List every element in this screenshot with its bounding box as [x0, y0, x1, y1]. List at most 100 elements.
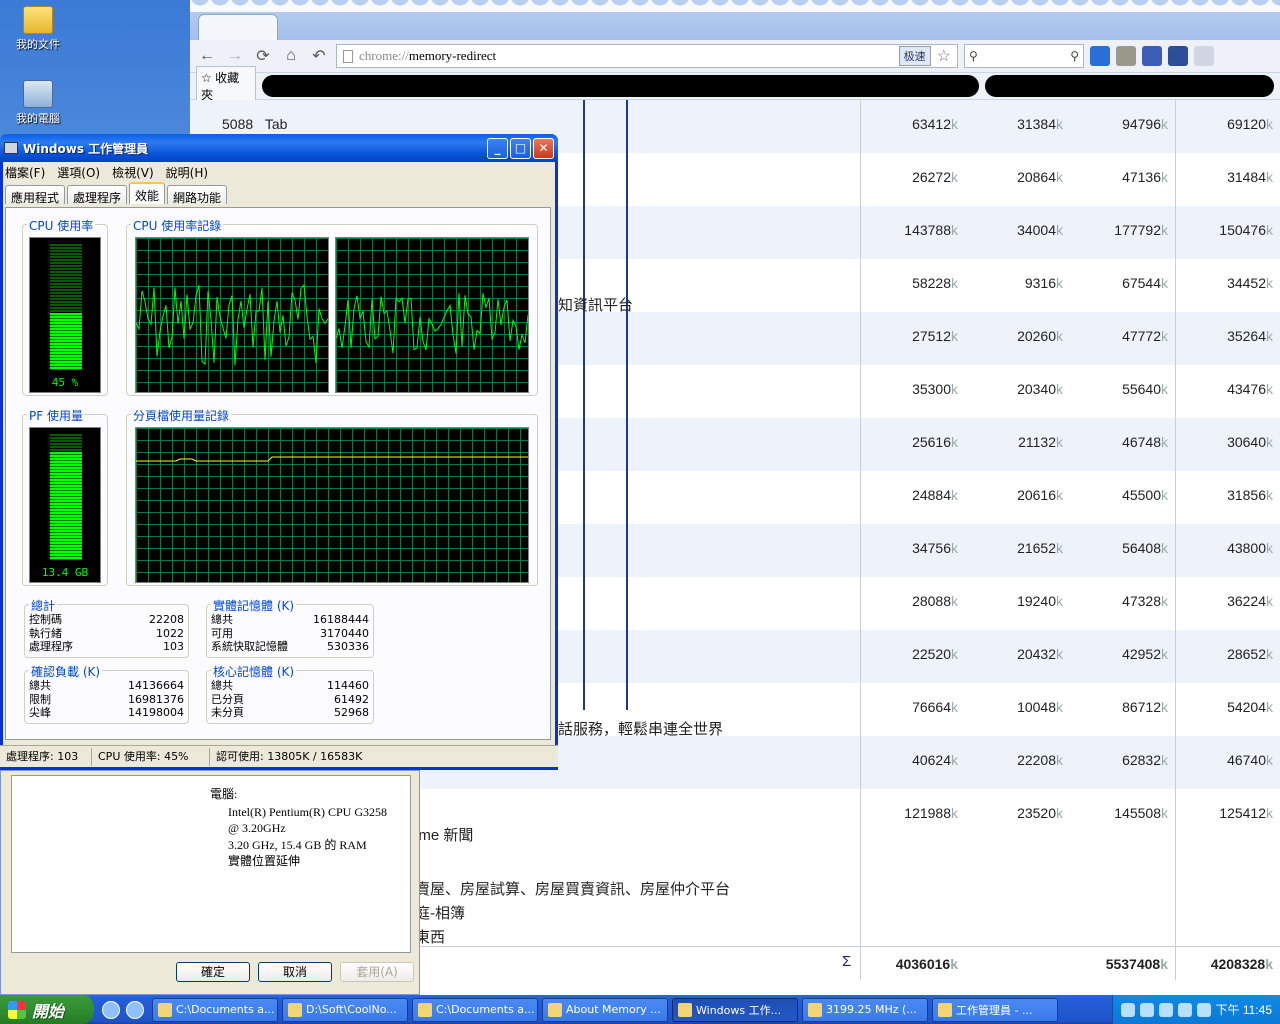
- status-cpu: CPU 使用率: 45%: [92, 747, 210, 766]
- pf-usage-title: PF 使用量: [27, 407, 85, 424]
- tab-applications[interactable]: 應用程式: [5, 185, 66, 205]
- address-bar[interactable]: chrome://memory-redirect 极速 ☆: [336, 44, 958, 68]
- memory-value: 28652k: [1227, 646, 1273, 662]
- reload-icon[interactable]: ⟳: [252, 45, 274, 67]
- start-label: 開始: [32, 1003, 65, 1021]
- menu-options[interactable]: 選項(O): [57, 164, 100, 180]
- volume-icon[interactable]: [1177, 1002, 1192, 1017]
- minimize-button[interactable]: _: [487, 137, 508, 159]
- browser-tab[interactable]: [198, 14, 278, 40]
- chrome-icon[interactable]: [126, 1000, 144, 1019]
- memory-value: 150476k: [1219, 222, 1273, 238]
- speed-mode-badge[interactable]: 极速: [898, 46, 931, 66]
- column-divider: [626, 100, 628, 710]
- tray-icon[interactable]: [1120, 1002, 1135, 1017]
- taskbar-button-label: About Memory ...: [566, 1003, 661, 1016]
- page-icon: [343, 49, 353, 63]
- commit-charge-group: 確認負載 (K) 總共 14136664 限制 16981376 尖峰 1419800…: [24, 663, 189, 724]
- ram-line: 3.20 GHz, 15.4 GB 的 RAM: [228, 838, 367, 852]
- stat-row: 總共 14136664: [29, 679, 184, 692]
- taskbar-button-label: 3199.25 MHz (...: [826, 1003, 917, 1016]
- taskbar-button[interactable]: C:\Documents a...: [152, 997, 278, 1022]
- taskbar-button[interactable]: 3199.25 MHz (...: [802, 997, 928, 1022]
- tab-title-fragment: 知資訊平台: [558, 297, 634, 314]
- cpu-history-graph-core2: [335, 237, 529, 393]
- memory-value: 27512k: [912, 328, 958, 344]
- memory-value: 10048k: [1017, 699, 1063, 715]
- computer-label: 電腦:: [210, 787, 238, 801]
- back-icon[interactable]: ←: [196, 45, 218, 67]
- column-divider: [860, 100, 861, 980]
- tab-processes[interactable]: 處理程序: [67, 185, 128, 205]
- tray-icon[interactable]: [1158, 1002, 1173, 1017]
- tab-performance[interactable]: 效能: [129, 182, 166, 204]
- ok-button[interactable]: 確定: [176, 962, 250, 982]
- cancel-button[interactable]: 取消: [258, 962, 332, 982]
- taskbar-button[interactable]: About Memory ...: [542, 997, 668, 1022]
- memory-value: 55640k: [1122, 381, 1168, 397]
- menu-file[interactable]: 檔案(F): [5, 164, 45, 180]
- memory-value: 86712k: [1122, 699, 1168, 715]
- windows-logo-icon: [8, 1000, 26, 1019]
- cpu-usage-title: CPU 使用率: [27, 217, 96, 234]
- tray-icon[interactable]: [1196, 1002, 1211, 1017]
- process-id: 5088: [222, 116, 254, 132]
- extension-icon[interactable]: [1168, 46, 1188, 66]
- search-go-icon[interactable]: ⚲: [1070, 49, 1079, 63]
- ie-icon[interactable]: [102, 1000, 120, 1019]
- memory-value: 47136k: [1122, 169, 1168, 185]
- tray-icon[interactable]: [1139, 1002, 1154, 1017]
- stat-row: 執行緒 1022: [29, 626, 184, 640]
- apply-button[interactable]: 套用(A): [340, 962, 414, 982]
- start-button[interactable]: 開始: [0, 995, 94, 1024]
- stat-row: 限制 16981376: [29, 692, 184, 706]
- desktop-icon-my-computer[interactable]: 我的電腦: [8, 80, 68, 126]
- memory-value: 26272k: [912, 169, 958, 185]
- memory-value: 9316k: [1024, 275, 1063, 291]
- forward-icon[interactable]: →: [224, 45, 246, 67]
- cpu-line: @ 3.20GHz: [228, 821, 286, 835]
- totals-group: 總計 控制碼 22208 執行緒 1022 處理程序 103: [24, 597, 189, 658]
- memory-value: 22208k: [1017, 752, 1063, 768]
- memory-value: 28088k: [912, 593, 958, 609]
- memory-value: 20616k: [1017, 487, 1063, 503]
- memory-value: 125412k: [1219, 805, 1273, 821]
- taskbar-button[interactable]: Windows 工作...: [672, 997, 798, 1022]
- desktop-icon-my-documents[interactable]: 我的文件: [8, 6, 68, 52]
- system-tray: 下午 11:45: [1111, 995, 1280, 1024]
- window-title: Windows 工作管理員: [23, 141, 149, 156]
- maximize-button[interactable]: □: [510, 137, 531, 159]
- extension-icon[interactable]: [1090, 46, 1110, 66]
- memory-value: 30640k: [1227, 434, 1273, 450]
- stat-row: 可用 3170440: [211, 626, 369, 640]
- undo-icon[interactable]: ↶: [308, 45, 330, 67]
- cpu-usage-value: 45 %: [51, 376, 79, 389]
- taskbar-button[interactable]: C:\Documents a...: [412, 997, 538, 1022]
- tab-networking[interactable]: 網路功能: [167, 185, 228, 205]
- memory-value: 31484k: [1227, 169, 1273, 185]
- memory-value: 21132k: [1018, 434, 1063, 450]
- browser-toolbar: ← → ⟳ ⌂ ↶ chrome://memory-redirect 极速 ☆ …: [190, 40, 1280, 73]
- memory-value: 54204k: [1227, 699, 1273, 715]
- close-button[interactable]: ✕: [533, 137, 554, 159]
- menu-help[interactable]: 說明(H): [166, 164, 208, 180]
- memory-value: 36224k: [1227, 593, 1273, 609]
- cpu-usage-group: CPU 使用率 45 %: [22, 217, 108, 396]
- status-commit: 認可使用: 13805K / 16583K: [216, 749, 363, 763]
- search-box[interactable]: ⚲ ⚲: [964, 44, 1084, 68]
- stat-row: 總共 114460: [211, 679, 369, 692]
- memory-value: 43800k: [1227, 540, 1273, 556]
- taskbar-button[interactable]: 工作管理員 - ...: [932, 997, 1058, 1022]
- home-icon[interactable]: ⌂: [280, 45, 302, 67]
- taskbar-button[interactable]: D:\Soft\CoolNo...: [282, 997, 408, 1022]
- star-icon[interactable]: ☆: [937, 46, 951, 66]
- wrench-icon[interactable]: [1194, 46, 1214, 66]
- clock[interactable]: 下午 11:45: [1216, 1001, 1272, 1018]
- memory-value: 67544k: [1122, 275, 1168, 291]
- window-icon: [808, 1002, 822, 1017]
- extension-icon[interactable]: [1142, 46, 1162, 66]
- title-bar[interactable]: Windows 工作管理員 _ □ ✕: [0, 134, 558, 162]
- menu-view[interactable]: 檢視(V): [112, 164, 154, 180]
- extension-icon[interactable]: [1116, 46, 1136, 66]
- stat-row: 處理程序 103: [29, 640, 184, 653]
